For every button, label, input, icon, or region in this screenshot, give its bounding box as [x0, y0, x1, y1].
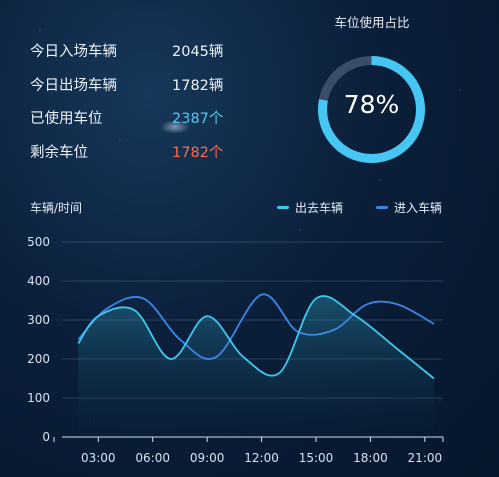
x-tick-label: 12:00 [244, 451, 279, 465]
gauge-title: 车位使用占比 [334, 15, 410, 30]
legend-label: 进入车辆 [394, 201, 443, 215]
stat-row-remaining-spaces: 剩余车位 1782个 [30, 139, 223, 163]
legend-item-out: 出去车辆 [277, 199, 343, 216]
chart-y-axis-label: 车辆/时间 [30, 201, 83, 215]
stat-label: 今日入场车辆 [30, 43, 117, 60]
stat-label: 今日出场车辆 [30, 77, 117, 94]
x-tick-label: 15:00 [299, 451, 334, 465]
stat-value: 2387个 [172, 110, 224, 127]
stat-label: 剩余车位 [30, 144, 88, 161]
y-tick-label: 0 [42, 430, 50, 444]
series-area-out [78, 295, 434, 437]
x-tick-label: 03:00 [81, 451, 116, 465]
stat-value: 1782个 [172, 144, 224, 161]
x-tick-label: 09:00 [190, 451, 225, 465]
y-tick-label: 500 [27, 235, 50, 249]
vehicle-line-chart: 0 100 200 300 400 500 03:00 06:00 09:00 12:00 15:0… [27, 235, 444, 465]
y-tick-label: 400 [27, 274, 50, 288]
stat-row-used-spaces: 已使用车位 2387个 [30, 105, 223, 129]
gauge-percent: 78% [343, 90, 400, 119]
legend-swatch [376, 206, 388, 209]
y-tick-label: 100 [27, 391, 50, 405]
x-tick-label: 21:00 [408, 451, 443, 465]
stat-value: 1782辆 [172, 77, 224, 94]
y-tick-label: 200 [27, 352, 50, 366]
stat-label: 已使用车位 [30, 110, 103, 127]
legend-label: 出去车辆 [295, 201, 344, 215]
legend-swatch [277, 206, 289, 209]
stat-value: 2045辆 [172, 43, 224, 60]
x-tick-label: 06:00 [135, 451, 170, 465]
stat-row-entered: 今日入场车辆 2045辆 [30, 38, 223, 62]
legend-item-in: 进入车辆 [376, 199, 442, 216]
y-tick-label: 300 [27, 313, 50, 327]
stat-row-exited: 今日出场车辆 1782辆 [30, 72, 223, 96]
x-tick-label: 18:00 [353, 451, 388, 465]
